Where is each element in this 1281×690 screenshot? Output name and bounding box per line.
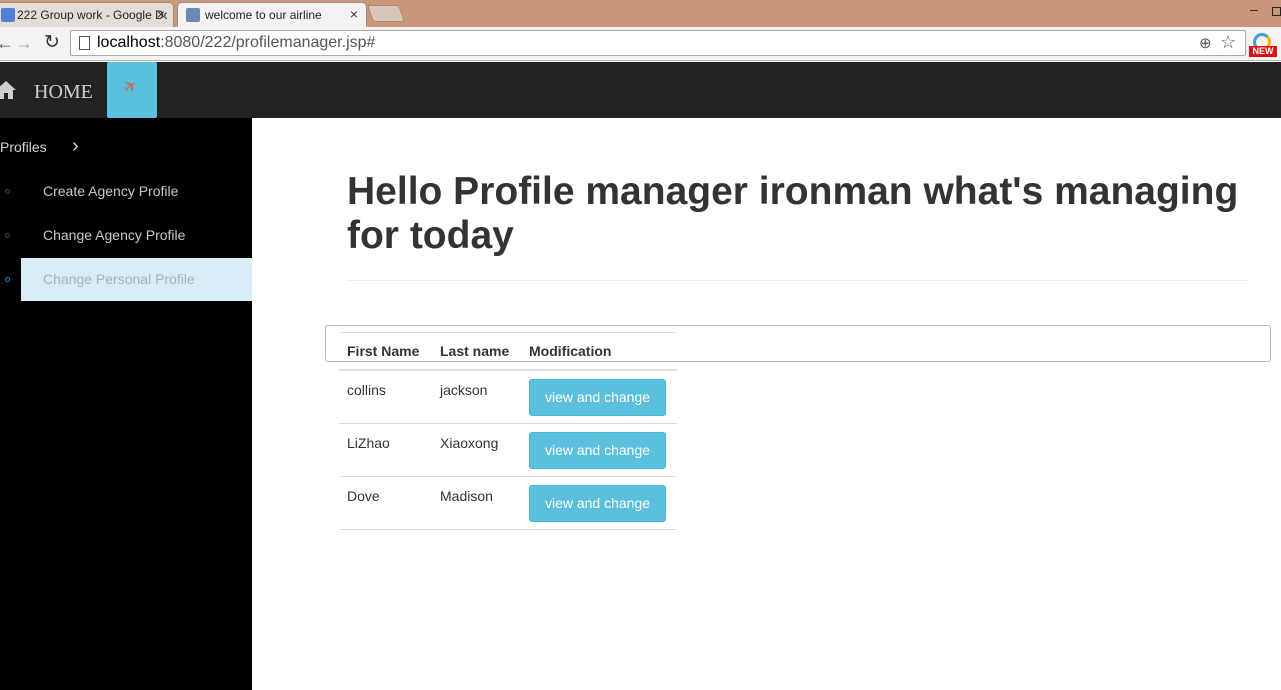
extension-icon[interactable]: NEW xyxy=(1249,33,1277,57)
cell-first-name: LiZhao xyxy=(347,435,390,451)
bullet-icon xyxy=(5,277,10,282)
extension-badge: NEW xyxy=(1249,46,1277,57)
sidebar-item-create-agency-profile[interactable]: Create Agency Profile xyxy=(5,170,252,213)
home-link[interactable]: HOME xyxy=(34,81,93,104)
cell-last-name: jackson xyxy=(440,382,488,398)
browser-tab-strip: 222 Group work - Google Docs × welcome t… xyxy=(0,0,1281,27)
airline-favicon-icon xyxy=(186,8,200,22)
home-icon[interactable] xyxy=(0,81,16,99)
view-and-change-button[interactable]: view and change xyxy=(529,432,666,469)
docs-favicon-icon xyxy=(1,8,15,22)
window-maximize-icon[interactable] xyxy=(1272,7,1281,16)
airplane-nav-button[interactable]: ✈ xyxy=(107,62,157,118)
sidebar-item-change-agency-profile[interactable]: Change Agency Profile xyxy=(5,214,252,257)
column-header-modification: Modification xyxy=(529,343,612,359)
back-arrow-icon[interactable]: ← xyxy=(0,32,14,54)
address-bar[interactable]: localhost:8080/222/profilemanager.jsp# ⊕… xyxy=(70,30,1246,56)
table-row: collins jackson view and change xyxy=(339,371,677,424)
page-title: Hello Profile manager ironman what's man… xyxy=(347,170,1239,257)
tab-title: welcome to our airline xyxy=(205,8,322,22)
column-header-last-name: Last name xyxy=(440,343,510,359)
forward-arrow-icon[interactable]: → xyxy=(15,32,33,54)
sidebar-item-label: Change Personal Profile xyxy=(43,271,195,287)
url-text[interactable]: localhost:8080/222/profilemanager.jsp# xyxy=(97,34,375,52)
browser-toolbar: ← → ↻ localhost:8080/222/profilemanager.… xyxy=(0,27,1281,61)
app-navbar: HOME xyxy=(0,62,1281,118)
column-header-first-name: First Name xyxy=(347,343,420,359)
url-host: localhost xyxy=(97,34,161,51)
browser-tab-docs[interactable]: 222 Group work - Google Docs × xyxy=(0,2,174,27)
cell-last-name: Madison xyxy=(440,488,493,504)
page-icon xyxy=(79,36,90,50)
title-divider xyxy=(347,280,1249,281)
tab-title: 222 Group work - Google Docs xyxy=(17,8,167,22)
table-header: First Name Last name Modification xyxy=(339,332,677,371)
sidebar-item-label: Create Agency Profile xyxy=(43,183,179,199)
cell-last-name: Xiaoxong xyxy=(440,435,499,451)
zoom-icon[interactable]: ⊕ xyxy=(1199,34,1212,52)
browser-tab-airline[interactable]: welcome to our airline × xyxy=(177,2,367,27)
cell-first-name: collins xyxy=(347,382,386,398)
tab-close-icon[interactable]: × xyxy=(157,6,165,22)
bullet-icon xyxy=(5,189,10,194)
window-minimize-icon[interactable]: – xyxy=(1250,1,1258,17)
bullet-icon xyxy=(5,233,10,238)
new-tab-button[interactable] xyxy=(366,5,406,22)
sidebar: Profiles › Create Agency Profile Change … xyxy=(0,118,252,690)
view-and-change-button[interactable]: view and change xyxy=(529,379,666,416)
reload-icon[interactable]: ↻ xyxy=(44,32,60,54)
view-and-change-button[interactable]: view and change xyxy=(529,485,666,522)
sidebar-heading-profiles[interactable]: Profiles xyxy=(0,139,47,155)
url-path: :8080/222/profilemanager.jsp# xyxy=(160,34,376,51)
cell-first-name: Dove xyxy=(347,488,380,504)
table-row: Dove Madison view and change xyxy=(339,477,677,530)
bookmark-star-icon[interactable]: ☆ xyxy=(1220,32,1236,53)
table-row: LiZhao Xiaoxong view and change xyxy=(339,424,677,477)
airplane-icon: ✈ xyxy=(119,74,143,99)
chevron-right-icon[interactable]: › xyxy=(72,135,79,158)
tab-close-icon[interactable]: × xyxy=(350,6,358,22)
sidebar-item-label: Change Agency Profile xyxy=(43,227,186,243)
sidebar-item-change-personal-profile[interactable]: Change Personal Profile xyxy=(5,258,252,301)
